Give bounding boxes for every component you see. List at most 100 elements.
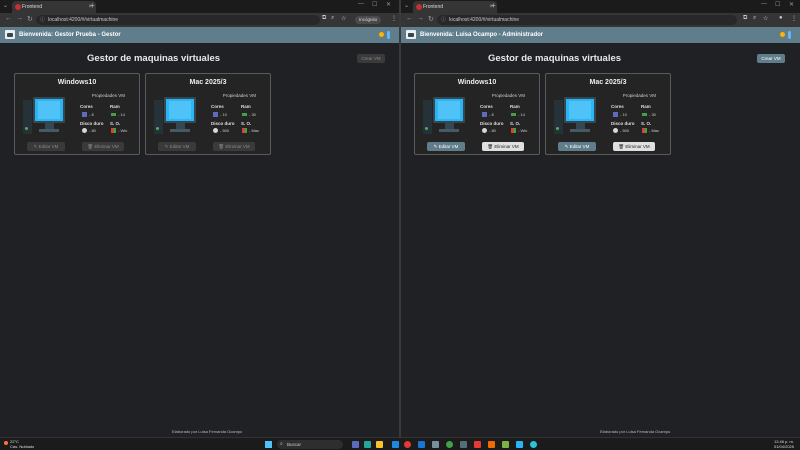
- os-value: - Mac: [249, 128, 260, 133]
- tab-favicon-icon: [416, 4, 422, 10]
- profile-avatar-icon[interactable]: ●: [779, 15, 783, 21]
- delete-vm-button[interactable]: 🗑 Eliminar VM: [613, 142, 655, 151]
- browser-tab[interactable]: Frontend ×: [413, 1, 497, 13]
- back-icon[interactable]: ←: [406, 15, 413, 22]
- cores-label: Cores: [480, 104, 493, 109]
- site-info-icon[interactable]: ⓘ: [40, 15, 45, 25]
- zoom-icon[interactable]: ⌕: [331, 15, 334, 22]
- app-icon[interactable]: [516, 441, 523, 448]
- menu-icon[interactable]: ⋮: [791, 15, 797, 22]
- start-menu-icon[interactable]: [265, 441, 272, 448]
- computer-tower-icon: [554, 100, 563, 134]
- new-tab-icon[interactable]: +: [491, 1, 496, 10]
- cores-label: Cores: [80, 104, 93, 109]
- reload-icon[interactable]: ↻: [27, 15, 33, 23]
- footer-credit: Elaborado por Luisa Fernanda Ocampo: [600, 429, 671, 434]
- vm-card: Mac 2025/3 Propiedades VM Cores - 10 Ram…: [545, 73, 671, 155]
- edit-vm-button[interactable]: ✎ Editar VM: [27, 142, 65, 151]
- cores-label: Cores: [611, 104, 624, 109]
- app-icon[interactable]: [488, 441, 495, 448]
- ram-icon: [242, 113, 247, 116]
- delete-vm-button[interactable]: 🗑 Eliminar VM: [82, 142, 124, 151]
- disk-label: Disco duro: [80, 121, 104, 126]
- incognito-label: Incógnito: [359, 17, 378, 22]
- cores-value: - 8: [89, 112, 94, 117]
- browser-tab[interactable]: Frontend ×: [12, 1, 96, 13]
- back-icon[interactable]: ←: [5, 15, 12, 22]
- site-info-icon[interactable]: ⓘ: [441, 15, 446, 25]
- weather-widget[interactable]: 22°C Cas. Nublado: [4, 439, 34, 449]
- address-bar[interactable]: ⓘ localhost:4200/#/virtualmachine: [36, 15, 320, 25]
- app-icon[interactable]: [502, 441, 509, 448]
- disk-value: - 500: [620, 128, 630, 133]
- task-view-icon[interactable]: [352, 441, 359, 448]
- bookmark-star-icon[interactable]: ☆: [341, 15, 346, 22]
- system-clock[interactable]: 12:46 p. m. 01/04/2025: [774, 439, 794, 449]
- terminal-icon[interactable]: [432, 441, 439, 448]
- create-vm-button[interactable]: Crear VM: [757, 54, 785, 63]
- theme-toggle[interactable]: [788, 31, 791, 39]
- maximize-icon[interactable]: ☐: [775, 1, 780, 8]
- computer-tower-icon: [23, 100, 32, 134]
- minimize-icon[interactable]: —: [358, 1, 364, 7]
- footer-credit: Elaborado por Luisa Fernanda Ocampo: [172, 429, 243, 434]
- taskbar-search[interactable]: ⌕ Buscar: [277, 440, 343, 449]
- delete-vm-button[interactable]: 🗑 Eliminar VM: [482, 142, 524, 151]
- translate-icon[interactable]: ⧉: [322, 15, 326, 22]
- tab-search-icon[interactable]: ⌄: [404, 2, 409, 9]
- bookmark-star-icon[interactable]: ☆: [763, 15, 768, 22]
- app-icon[interactable]: [530, 441, 537, 448]
- disk-icon: [82, 128, 87, 133]
- translate-icon[interactable]: ⧉: [743, 15, 747, 22]
- monitor-base: [439, 129, 459, 132]
- menu-icon[interactable]: ⋮: [391, 15, 397, 22]
- file-explorer-icon[interactable]: [376, 441, 383, 448]
- cpu-icon: [213, 112, 218, 117]
- vm-name: Mac 2025/3: [589, 79, 627, 86]
- edit-vm-button[interactable]: ✎ Editar VM: [158, 142, 196, 151]
- os-label: S. O.: [110, 121, 121, 126]
- vm-properties-label: Propiedades VM: [222, 93, 256, 98]
- os-value: - Mac: [649, 128, 660, 133]
- vscode-icon[interactable]: [418, 441, 425, 448]
- delete-vm-button[interactable]: 🗑 Eliminar VM: [213, 142, 255, 151]
- edit-vm-button[interactable]: ✎ Editar VM: [558, 142, 596, 151]
- tab-favicon-icon: [15, 4, 21, 10]
- close-window-icon[interactable]: ✕: [386, 1, 391, 8]
- address-bar[interactable]: ⓘ localhost:4200/#/virtualmachine: [437, 15, 737, 25]
- theme-sun-icon[interactable]: [379, 32, 384, 37]
- forward-icon[interactable]: →: [16, 15, 23, 22]
- forward-icon[interactable]: →: [417, 15, 424, 22]
- new-tab-icon[interactable]: +: [90, 1, 95, 10]
- minimize-icon[interactable]: —: [761, 1, 767, 7]
- zoom-icon[interactable]: ⌕: [753, 15, 756, 22]
- incognito-badge[interactable]: Incógnito: [355, 16, 382, 24]
- app-icon[interactable]: [474, 441, 481, 448]
- reload-icon[interactable]: ↻: [428, 15, 434, 23]
- os-icon: [642, 128, 647, 133]
- close-window-icon[interactable]: ✕: [789, 1, 794, 8]
- browser-toolbar: ← → ↻ ⓘ localhost:4200/#/virtualmachine ⧉…: [401, 13, 800, 27]
- tab-search-icon[interactable]: ⌄: [3, 2, 8, 9]
- edge-icon[interactable]: [392, 441, 399, 448]
- app-icon[interactable]: [460, 441, 467, 448]
- os-value: - Win: [118, 128, 128, 133]
- clock-date: 01/04/2025: [773, 444, 794, 449]
- edit-vm-button[interactable]: ✎ Editar VM: [427, 142, 465, 151]
- chrome-icon[interactable]: [446, 441, 453, 448]
- teams-icon[interactable]: [364, 441, 371, 448]
- monitor-base: [170, 129, 190, 132]
- create-vm-button[interactable]: Crear VM: [357, 54, 385, 63]
- opera-icon[interactable]: [404, 441, 411, 448]
- os-icon: [242, 128, 247, 133]
- theme-toggle[interactable]: [387, 31, 390, 39]
- maximize-icon[interactable]: ☐: [372, 1, 377, 8]
- tab-strip: ⌄ Frontend × + — ☐ ✕: [401, 0, 800, 13]
- cores-value: - 10: [220, 112, 227, 117]
- cores-value: - 10: [620, 112, 627, 117]
- theme-sun-icon[interactable]: [780, 32, 785, 37]
- app-header: Bienvenida: Gestor Prueba - Gestor: [0, 27, 399, 43]
- cores-value: - 8: [489, 112, 494, 117]
- search-icon: ⌕: [280, 441, 283, 447]
- page-title: Gestor de maquinas virtuales: [87, 53, 221, 64]
